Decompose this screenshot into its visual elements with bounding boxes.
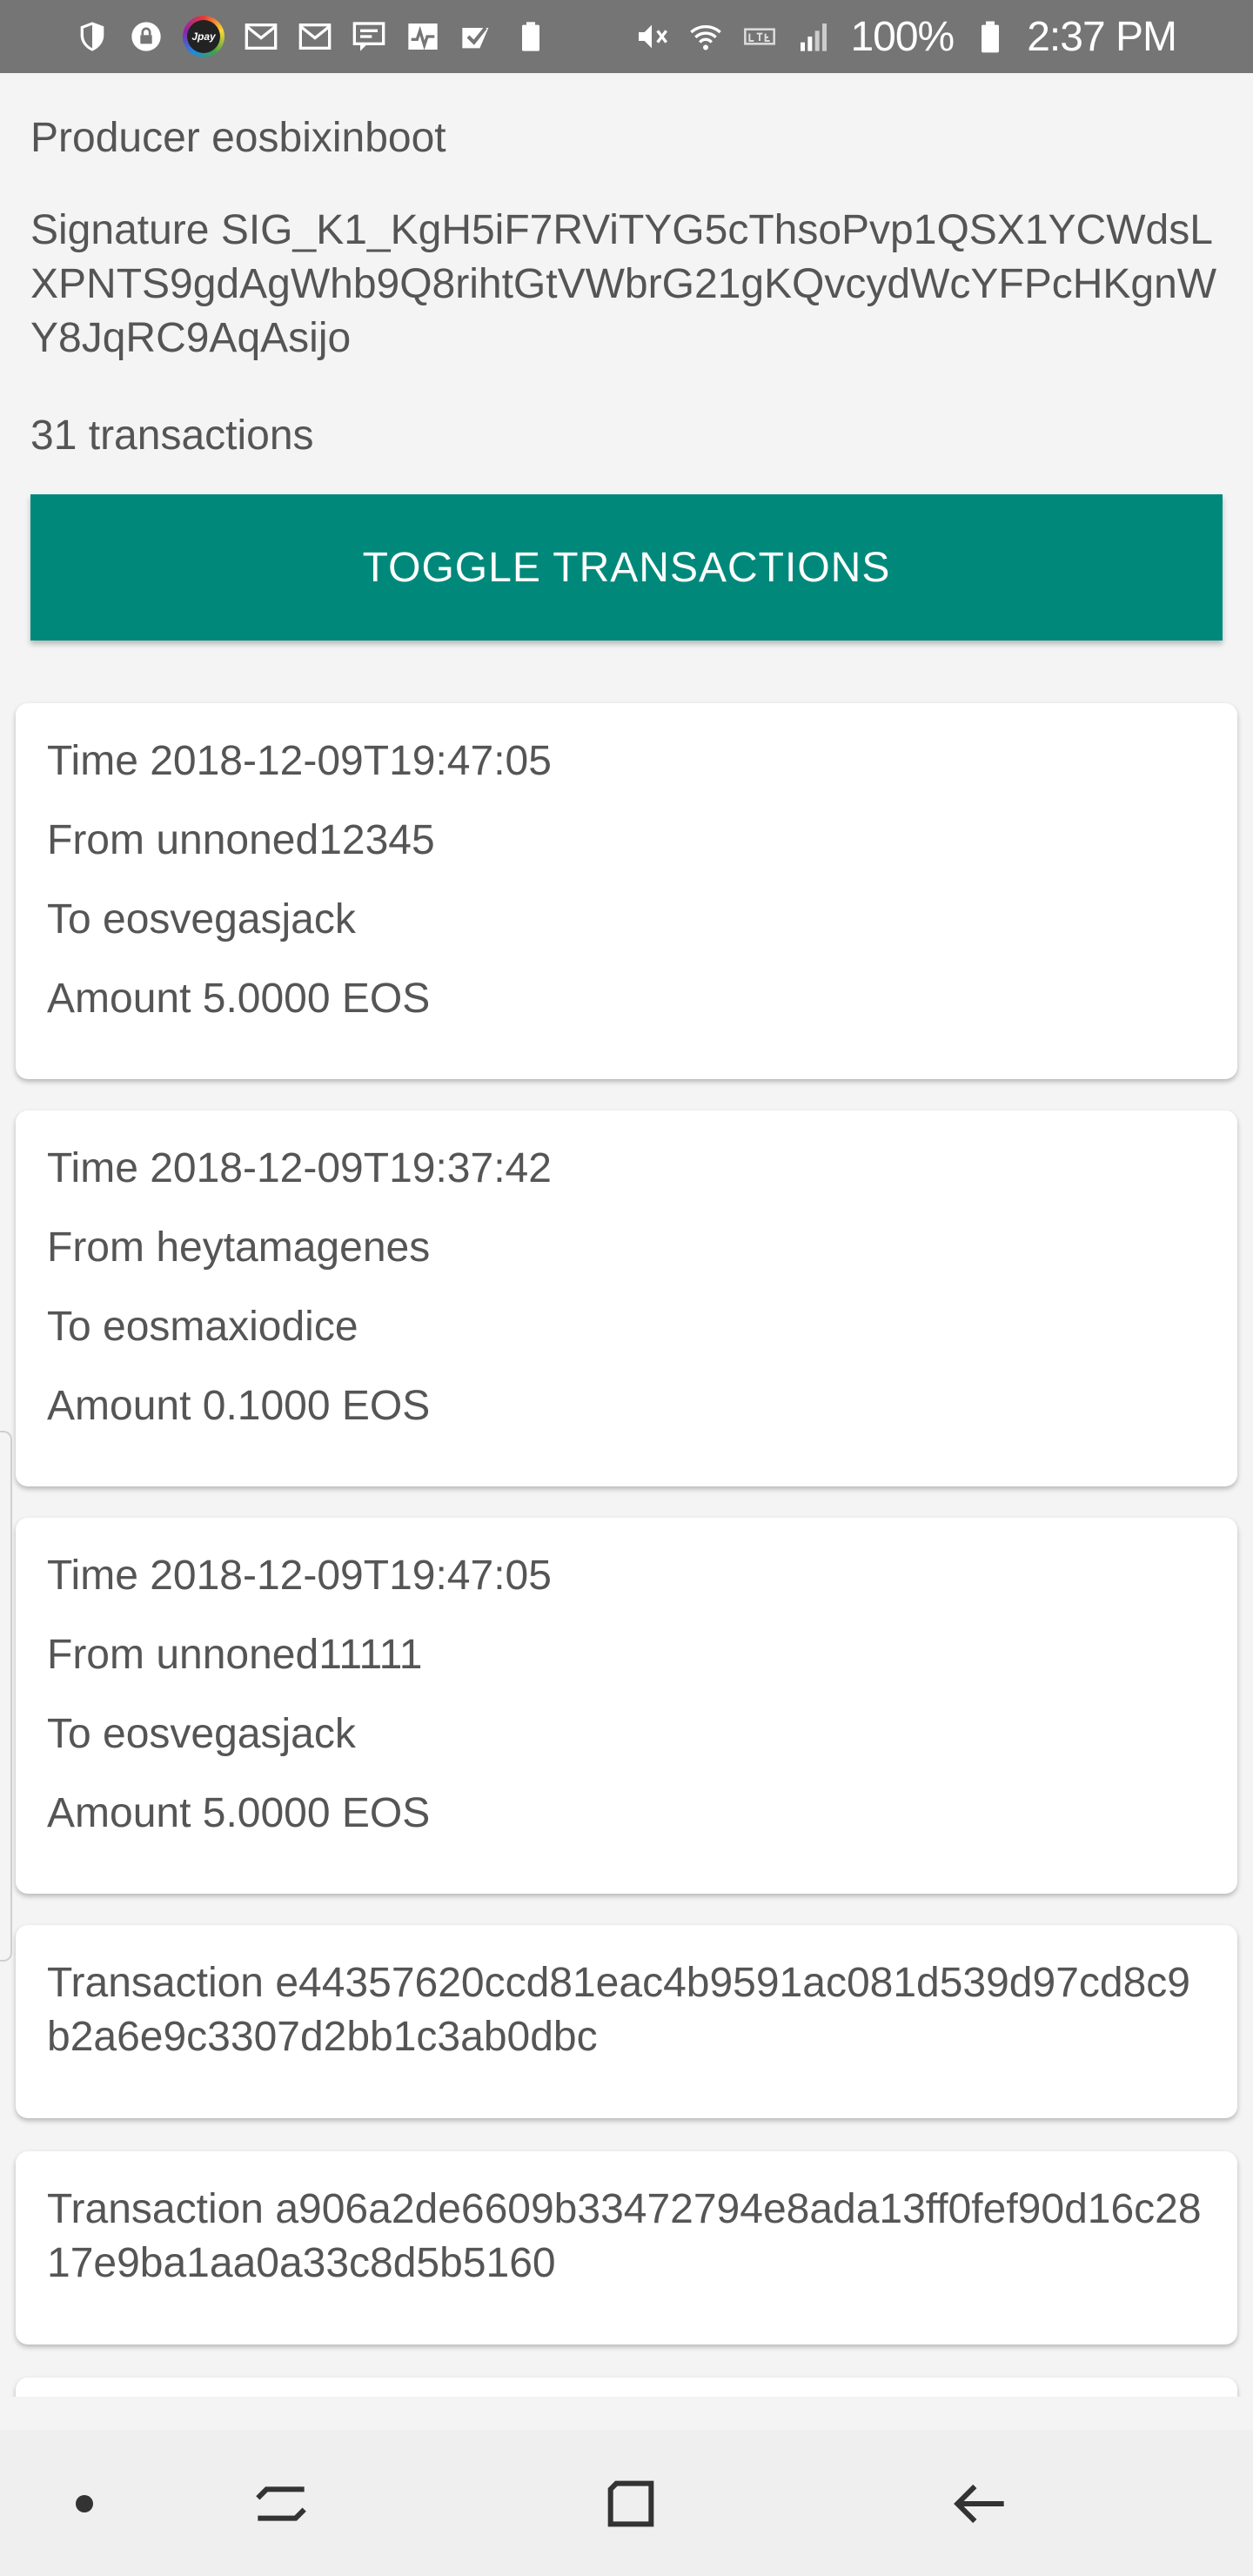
transfer-card[interactable]: Time 2018-12-09T19:37:42 From heytamagen…: [16, 1110, 1237, 1486]
transfer-time: Time 2018-12-09T19:47:05: [47, 738, 552, 784]
transfer-card[interactable]: Time 2018-12-09T19:47:05 From unnoned123…: [16, 703, 1237, 1079]
dot-icon[interactable]: [45, 2465, 124, 2543]
status-bar: Jpay 100% 2:37 PM: [0, 0, 1253, 73]
transfer-from: From unnoned11111: [47, 1632, 423, 1678]
activity-icon: [405, 19, 440, 54]
transfer-time: Time 2018-12-09T19:47:05: [47, 1553, 552, 1599]
shield-icon: [75, 19, 110, 54]
transaction-card[interactable]: Transaction a906a2de6609b33472794e8ada13…: [16, 2151, 1237, 2345]
lock-icon: [129, 19, 164, 54]
wifi-icon: [688, 19, 723, 54]
transaction-card[interactable]: [16, 2378, 1237, 2397]
toggle-transactions-button[interactable]: TOGGLE TRANSACTIONS: [30, 494, 1223, 641]
transaction-count: 31 transactions: [30, 413, 314, 459]
home-icon[interactable]: [592, 2465, 670, 2543]
transfer-amount: Amount 5.0000 EOS: [47, 1790, 431, 1836]
message-icon: [352, 19, 386, 54]
back-icon[interactable]: [941, 2465, 1020, 2543]
block-detail: Producer eosbixinboot Signature SIG_K1_K…: [0, 73, 1253, 2397]
transfer-card[interactable]: Time 2018-12-09T19:47:05 From unnoned111…: [16, 1518, 1237, 1894]
lte-icon: [742, 19, 777, 54]
jpay-icon: Jpay: [183, 16, 224, 57]
recent-apps-icon[interactable]: [242, 2465, 320, 2543]
transaction-id: Transaction a906a2de6609b33472794e8ada13…: [47, 2186, 1202, 2286]
signal-icon: [796, 19, 831, 54]
check-icon: [459, 19, 494, 54]
jpay-label: Jpay: [187, 20, 220, 53]
gmail-icon: [298, 19, 332, 54]
signature-label: Signature SIG_K1_KgH5iF7RViTYG5cThsoPvp1…: [30, 207, 1217, 361]
transfer-amount: Amount 5.0000 EOS: [47, 976, 431, 1022]
status-bar-system: 100% 2:37 PM: [634, 13, 1177, 61]
transaction-id: Transaction e44357620ccd81eac4b9591ac081…: [47, 1960, 1190, 2060]
transfer-time: Time 2018-12-09T19:37:42: [47, 1145, 552, 1191]
transfer-from: From unnoned12345: [47, 817, 435, 863]
transfer-to: To eosvegasjack: [47, 896, 356, 943]
battery-percent: 100%: [850, 13, 955, 60]
clock: 2:37 PM: [1027, 13, 1177, 60]
battery-100-icon: [513, 19, 548, 54]
transfer-from: From heytamagenes: [47, 1224, 431, 1271]
producer-label: Producer eosbixinboot: [30, 115, 446, 161]
gmail-icon: [244, 19, 278, 54]
mute-icon: [634, 19, 669, 54]
transaction-card[interactable]: Transaction e44357620ccd81eac4b9591ac081…: [16, 1925, 1237, 2118]
transfer-to: To eosmaxiodice: [47, 1304, 358, 1350]
transfer-to: To eosvegasjack: [47, 1711, 356, 1757]
battery-icon: [973, 19, 1008, 54]
status-bar-notifications: Jpay: [75, 16, 548, 57]
transfer-amount: Amount 0.1000 EOS: [47, 1383, 431, 1429]
navigation-bar: [0, 2430, 1253, 2576]
scroll-edge-handle[interactable]: [0, 1431, 12, 1962]
